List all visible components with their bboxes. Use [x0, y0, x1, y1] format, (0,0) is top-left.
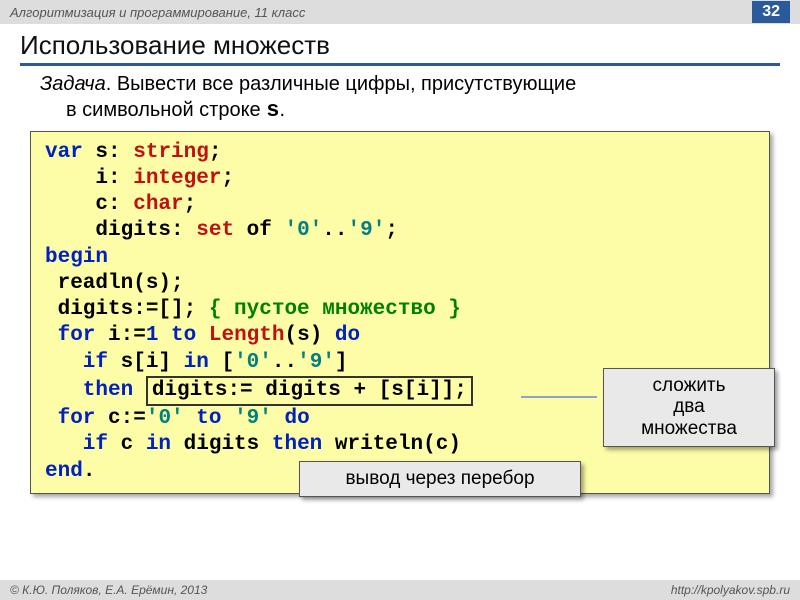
- slide-footer: © К.Ю. Поляков, Е.А. Ерёмин, 2013 http:/…: [0, 580, 800, 600]
- footer-url: http://kpolyakov.spb.ru: [671, 583, 790, 597]
- problem-label: Задача: [40, 73, 106, 95]
- slide-header: Алгоритмизация и программирование, 11 кл…: [0, 0, 800, 24]
- connector-line: [521, 396, 597, 398]
- callout-merge-sets: сложить два множества: [603, 368, 775, 448]
- copyright: © К.Ю. Поляков, Е.А. Ерёмин, 2013: [10, 583, 207, 597]
- title-underline: [20, 63, 780, 66]
- callout-iterate-output: вывод через перебор: [299, 461, 581, 497]
- code-block: var s: string; i: integer; c: char; digi…: [30, 131, 770, 494]
- highlighted-expression: digits:= digits + [s[i]];: [146, 376, 473, 406]
- var-s: s: [266, 98, 279, 123]
- course-name: Алгоритмизация и программирование, 11 кл…: [10, 5, 305, 20]
- page-number: 32: [752, 1, 790, 23]
- problem-statement: Задача. Вывести все различные цифры, при…: [0, 72, 800, 131]
- slide-title: Использование множеств: [0, 24, 800, 63]
